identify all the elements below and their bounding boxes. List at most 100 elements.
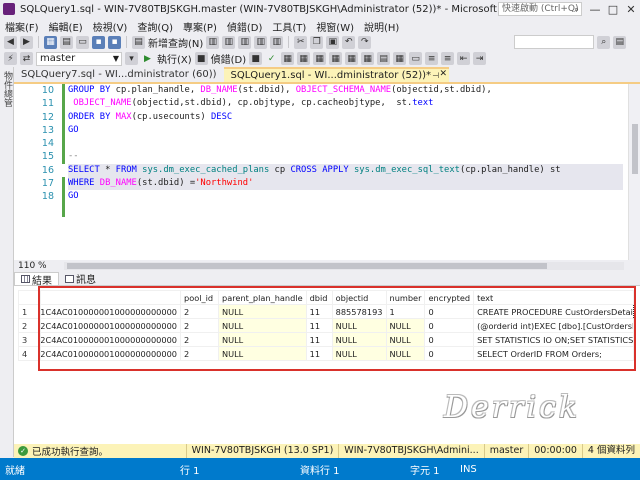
line-number: 14 [41, 138, 54, 150]
results-to-text-icon[interactable]: ▤ [377, 52, 391, 65]
comment-icon[interactable]: ≡ [425, 52, 439, 65]
save-all-icon[interactable]: ▪ [108, 35, 121, 49]
document-tabs: SQLQuery7.sql - WI...dministrator (60)) … [14, 67, 640, 82]
quick-launch-input[interactable]: 快速啟動 (Ctrl+Q) ⌕ [498, 2, 582, 16]
line-number: 13 [41, 124, 54, 136]
pin-icon[interactable]: ⊣ [432, 70, 439, 81]
results-pane[interactable]: pool_id parent_plan_handle dbid objectid… [14, 286, 640, 444]
line-number: 12 [41, 111, 54, 123]
editor-zoom-bar: 110 % [14, 260, 640, 272]
increase-indent-icon[interactable]: ⇥ [473, 52, 487, 65]
minimize-button[interactable]: — [586, 3, 604, 16]
menu-debug[interactable]: 偵錯(D) [222, 19, 268, 34]
maximize-button[interactable]: □ [604, 3, 622, 16]
cut-icon[interactable]: ✂ [294, 35, 308, 49]
new-query-button[interactable]: 新增查詢(N) [148, 35, 203, 50]
forward-icon[interactable]: ▶ [20, 35, 33, 49]
menu-view[interactable]: 檢視(V) [88, 19, 133, 34]
menu-bar: 檔案(F) 編輯(E) 檢視(V) 查詢(Q) 專案(P) 偵錯(D) 工具(T… [0, 18, 640, 34]
paste-icon[interactable]: ▣ [326, 35, 340, 49]
editor-vertical-scrollbar[interactable] [628, 84, 640, 260]
menu-help[interactable]: 說明(H) [359, 19, 404, 34]
client-stats-icon[interactable]: ▦ [361, 52, 375, 65]
close-tab-icon[interactable]: ✕ [439, 69, 447, 80]
uncomment-icon[interactable]: ≡ [441, 52, 455, 65]
sql-editor-toolbar: ⚡ ⇄ master ▼ ▾ ▶ 執行(X) ■ 偵錯(D) ■ ✓ ▦ ▦ ▦… [0, 50, 640, 67]
change-tracking-bar [62, 84, 65, 260]
new-project-icon[interactable]: ▦ [44, 35, 57, 49]
undo-icon[interactable]: ↶ [342, 35, 356, 49]
back-icon[interactable]: ◀ [4, 35, 17, 49]
solution-config-select[interactable] [514, 35, 595, 49]
stop-icon[interactable]: ■ [194, 52, 208, 65]
redo-icon[interactable]: ↷ [358, 35, 372, 49]
include-plan-icon[interactable]: ▦ [329, 52, 343, 65]
tab-results[interactable]: 結果 [14, 272, 59, 287]
debug-button[interactable]: 偵錯(D) [211, 51, 247, 66]
toolbar-separator [126, 36, 127, 48]
database-select[interactable]: master ▼ [36, 51, 122, 66]
database-engine-query-icon[interactable]: ▥ [206, 35, 220, 49]
result-tabs: 結果 訊息 [14, 272, 640, 287]
execute-button[interactable]: 執行(X) [157, 51, 192, 66]
editor-horizontal-scrollbar[interactable] [64, 262, 624, 270]
display-plan-icon[interactable]: ▦ [281, 52, 295, 65]
sql-code[interactable]: GROUP BY cp.plan_handle, DB_NAME(st.dbid… [68, 84, 623, 260]
tab-messages[interactable]: 訊息 [59, 272, 102, 286]
dax-query-icon[interactable]: ▥ [270, 35, 284, 49]
live-stats-icon[interactable]: ▦ [345, 52, 359, 65]
properties-icon[interactable]: ▤ [613, 35, 627, 49]
change-connection-icon[interactable]: ⇄ [20, 52, 33, 65]
results-to-file-icon[interactable]: ▭ [409, 52, 423, 65]
menu-file[interactable]: 檔案(F) [0, 19, 44, 34]
scrollbar-thumb[interactable] [632, 124, 638, 174]
zoom-level-select[interactable]: 110 % [18, 261, 47, 271]
tab-sqlquery7[interactable]: SQLQuery7.sql - WI...dministrator (60)) [14, 67, 224, 82]
query-options-icon[interactable]: ▦ [297, 52, 311, 65]
save-icon[interactable]: ▪ [92, 35, 105, 49]
line-number-gutter: 10 11 12 13 14 15 16 17 18 [14, 84, 60, 260]
query-editor[interactable]: 10 11 12 13 14 15 16 17 18 GROUP BY cp.p… [14, 82, 640, 260]
results-to-grid-icon[interactable]: ▦ [393, 52, 407, 65]
code-line: GO [68, 191, 79, 202]
execute-dropdown-icon[interactable]: ▾ [125, 52, 138, 65]
execute-icon[interactable]: ▶ [141, 52, 154, 65]
add-item-icon[interactable]: ▤ [60, 35, 73, 49]
close-button[interactable]: ✕ [622, 3, 640, 16]
menu-project[interactable]: 專案(P) [178, 19, 222, 34]
code-line: ORDER BY MAX(cp.usecounts) DESC [68, 111, 233, 122]
tab-label: SQLQuery7.sql - WI...dministrator (60)) [21, 69, 217, 80]
scrollbar-thumb[interactable] [67, 263, 547, 269]
mdx-query-icon[interactable]: ▥ [222, 35, 236, 49]
copy-icon[interactable]: ❐ [310, 35, 324, 49]
menu-window[interactable]: 視窗(W) [311, 19, 359, 34]
decrease-indent-icon[interactable]: ⇤ [457, 52, 471, 65]
menu-edit[interactable]: 編輯(E) [44, 19, 88, 34]
line-number: 15 [41, 151, 54, 163]
object-explorer-collapsed-tab[interactable]: 物件總管 [0, 67, 14, 457]
xmla-query-icon[interactable]: ▥ [254, 35, 268, 49]
dmx-query-icon[interactable]: ▥ [238, 35, 252, 49]
server-name: WIN-7V80TBJSKGH (13.0 SP1) [185, 444, 339, 458]
line-number: 10 [41, 85, 54, 96]
find-icon[interactable]: ⌕ [597, 35, 611, 49]
connect-icon[interactable]: ⚡ [4, 52, 17, 65]
menu-query[interactable]: 查詢(Q) [132, 19, 178, 34]
object-explorer-label: 物件總管 [2, 71, 12, 107]
parse-icon[interactable]: ✓ [265, 52, 278, 65]
watermark-signature: Derrick [444, 390, 581, 425]
new-query-icon[interactable]: ▤ [132, 35, 145, 49]
cancel-query-icon[interactable]: ■ [249, 52, 263, 65]
menu-tools[interactable]: 工具(T) [267, 19, 311, 34]
line-number: 18 [41, 191, 54, 203]
intellisense-icon[interactable]: ▦ [313, 52, 327, 65]
line-number: 17 [41, 178, 54, 190]
tab-results-label: 結果 [32, 275, 52, 287]
tab-sqlquery1[interactable]: SQLQuery1.sql - WI...dministrator (52))*… [223, 67, 450, 82]
title-bar: SQLQuery1.sql - WIN-7V80TBJSKGH.master (… [0, 0, 640, 18]
quick-launch-placeholder: 快速啟動 (Ctrl+Q) [502, 4, 579, 14]
query-status-bar: ✓ 已成功執行查詢。 WIN-7V80TBJSKGH (13.0 SP1) WI… [14, 444, 640, 458]
ready-status: 就緒 [5, 465, 25, 477]
change-marker [62, 84, 65, 164]
open-file-icon[interactable]: ▭ [76, 35, 89, 49]
